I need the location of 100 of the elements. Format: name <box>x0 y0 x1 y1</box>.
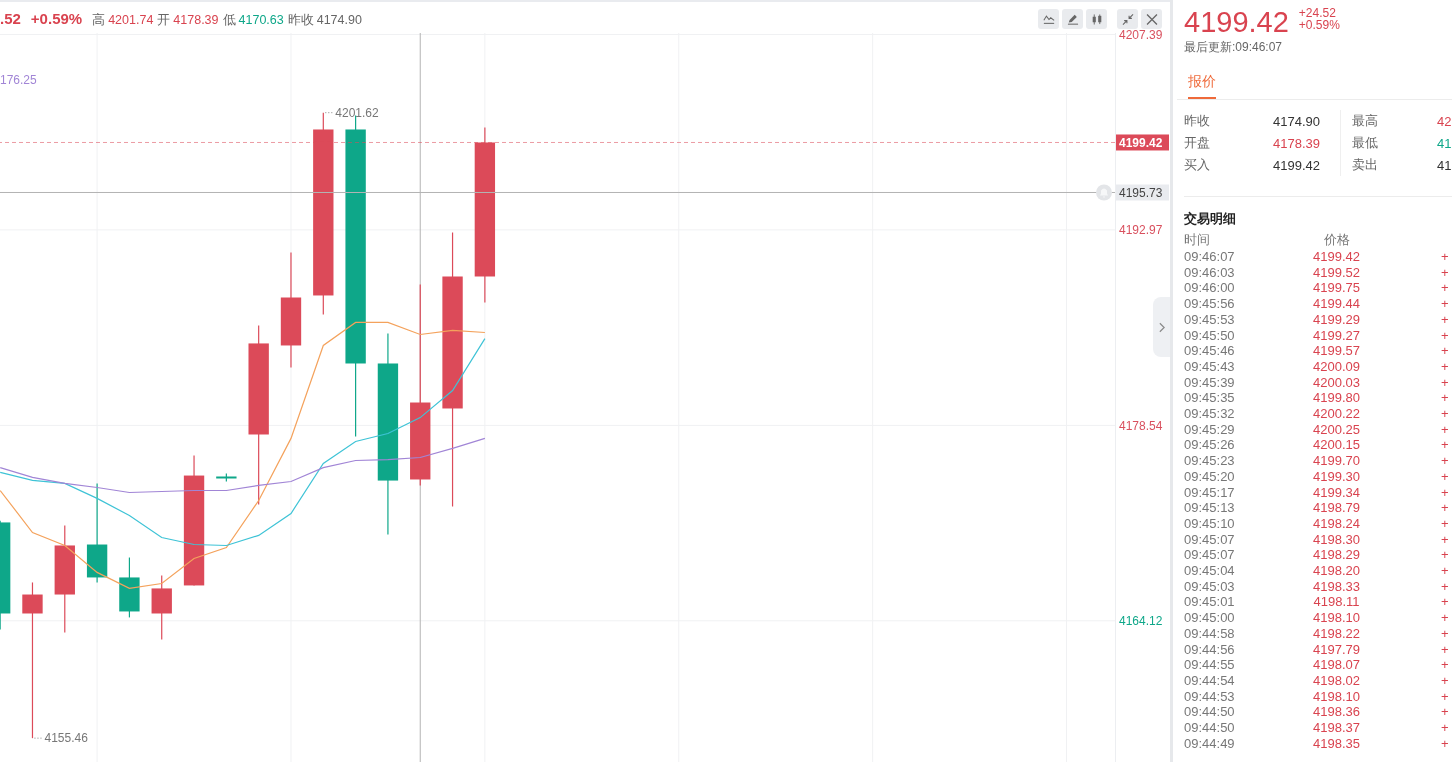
trade-time: 09:46:07 <box>1184 249 1235 265</box>
close-icon <box>1145 13 1158 25</box>
trade-change: + <box>1441 390 1449 407</box>
change-percent: +0.59% <box>30 9 83 27</box>
section-title: 交易明细 <box>1184 210 1236 228</box>
trade-change: + <box>1441 657 1449 673</box>
trade-price: 4198.22 <box>1313 625 1360 642</box>
collapse-button[interactable] <box>1117 9 1138 29</box>
stat-value: 4174.90 <box>1273 113 1320 129</box>
pencil-icon <box>1066 13 1079 25</box>
trade-time: 09:45:26 <box>1184 437 1235 454</box>
close-button[interactable] <box>1141 9 1162 29</box>
trade-price: 4198.35 <box>1313 735 1360 752</box>
last-price: 4199.42 <box>1184 5 1289 40</box>
trade-time: 09:45:29 <box>1184 421 1235 438</box>
change-value: +24.52 <box>1298 7 1337 19</box>
stat-label: 卖出 <box>1352 156 1379 174</box>
trade-price: 4198.33 <box>1313 578 1360 595</box>
stat-value: 4178.39 <box>1273 135 1320 151</box>
moving-average-value: 176.25 <box>0 73 37 88</box>
trade-price: 4198.10 <box>1313 610 1360 626</box>
ref-line-label: 4199.42 <box>1119 135 1163 150</box>
candle <box>216 472 237 483</box>
trade-change: + <box>1441 453 1449 469</box>
trade-change: + <box>1441 563 1449 579</box>
change-percent: +0.59% <box>1298 19 1340 31</box>
stat-label: 买入 <box>1184 156 1210 174</box>
trade-change: + <box>1441 249 1449 265</box>
trade-price: 4199.30 <box>1313 468 1360 485</box>
trade-price: 4199.34 <box>1313 484 1360 501</box>
trade-change: + <box>1441 374 1449 391</box>
trade-change: + <box>1441 437 1449 454</box>
stat-value: 4174.90 <box>316 12 362 27</box>
candlestick-icon <box>1090 13 1103 25</box>
trade-price: 4198.36 <box>1313 704 1360 721</box>
stat-value: 42 <box>1437 113 1452 129</box>
trade-time: 09:44:49 <box>1184 735 1235 752</box>
trade-time: 09:45:53 <box>1184 311 1235 328</box>
trade-change: + <box>1441 735 1449 752</box>
axis-label: 4207.39 <box>1119 27 1163 42</box>
ref-line-label: 4195.73 <box>1119 185 1163 200</box>
stat-label: 低 <box>222 11 236 29</box>
trade-change: + <box>1441 484 1449 501</box>
line-chart-button[interactable] <box>1038 9 1059 29</box>
stat-label: 开盘 <box>1184 134 1210 152</box>
price-tag: 4195.73 <box>1116 184 1169 201</box>
trade-change: + <box>1441 358 1449 375</box>
trade-price: 4198.07 <box>1313 657 1360 673</box>
trade-price: 4198.20 <box>1313 563 1360 579</box>
trade-price: 4200.03 <box>1313 374 1360 391</box>
trade-time: 09:45:10 <box>1184 515 1235 532</box>
change-value: .52 <box>0 9 21 27</box>
axis-label: 4178.54 <box>1119 418 1163 433</box>
trade-time: 09:45:07 <box>1184 547 1235 564</box>
trade-change: + <box>1441 720 1449 736</box>
trade-time: 09:45:03 <box>1184 578 1235 595</box>
trade-price: 4200.09 <box>1313 358 1360 375</box>
trade-change: + <box>1441 547 1449 564</box>
trade-price: 4198.29 <box>1313 547 1360 564</box>
stat-value: 4201.74 <box>108 12 154 27</box>
trade-price: 4198.10 <box>1313 688 1360 705</box>
quote-tab[interactable]: 报价 <box>1188 66 1216 99</box>
stat-value: 41 <box>1437 135 1452 151</box>
trade-price: 4199.44 <box>1313 296 1360 312</box>
trade-time: 09:44:50 <box>1184 720 1235 736</box>
trade-time: 09:44:56 <box>1184 641 1235 658</box>
trade-price: 4200.15 <box>1313 437 1360 454</box>
trade-change: + <box>1441 641 1449 658</box>
trade-price: 4199.70 <box>1313 453 1360 469</box>
trade-change: + <box>1441 311 1449 328</box>
chevron-right-icon <box>1158 321 1165 333</box>
last-update-time: 最后更新:09:46:07 <box>1184 40 1283 54</box>
trade-change: + <box>1441 468 1449 485</box>
trade-price: 4199.75 <box>1313 280 1360 297</box>
trade-price: 4199.52 <box>1313 264 1360 281</box>
trade-change: + <box>1441 327 1449 344</box>
trade-time: 09:45:56 <box>1184 296 1235 312</box>
annotation: 4155.46 <box>44 731 89 746</box>
trade-time: 09:44:50 <box>1184 704 1235 721</box>
trade-price: 4198.79 <box>1313 500 1360 516</box>
panel-toggle-button[interactable] <box>1153 297 1170 357</box>
line-chart-icon <box>1042 13 1055 25</box>
candlestick-button[interactable] <box>1086 9 1107 29</box>
trade-price: 4197.79 <box>1313 641 1360 658</box>
trade-time: 09:45:13 <box>1184 500 1235 516</box>
trade-time: 09:44:55 <box>1184 657 1235 673</box>
stat-value: 4170.63 <box>238 12 284 27</box>
trade-time: 09:46:03 <box>1184 264 1235 281</box>
stat-value: 4199.42 <box>1273 157 1320 173</box>
stat-label: 高 <box>92 11 106 29</box>
collapse-icon <box>1121 13 1134 25</box>
trade-price: 4198.30 <box>1313 531 1360 548</box>
trade-change: + <box>1441 421 1449 438</box>
trade-change: + <box>1441 625 1449 642</box>
stat-label: 最低 <box>1352 134 1379 152</box>
trade-time: 09:45:32 <box>1184 406 1235 422</box>
trade-time: 09:46:00 <box>1184 280 1235 297</box>
axis-label: 4164.12 <box>1119 614 1163 628</box>
pencil-button[interactable] <box>1062 9 1083 29</box>
trade-price: 4199.27 <box>1313 327 1360 344</box>
